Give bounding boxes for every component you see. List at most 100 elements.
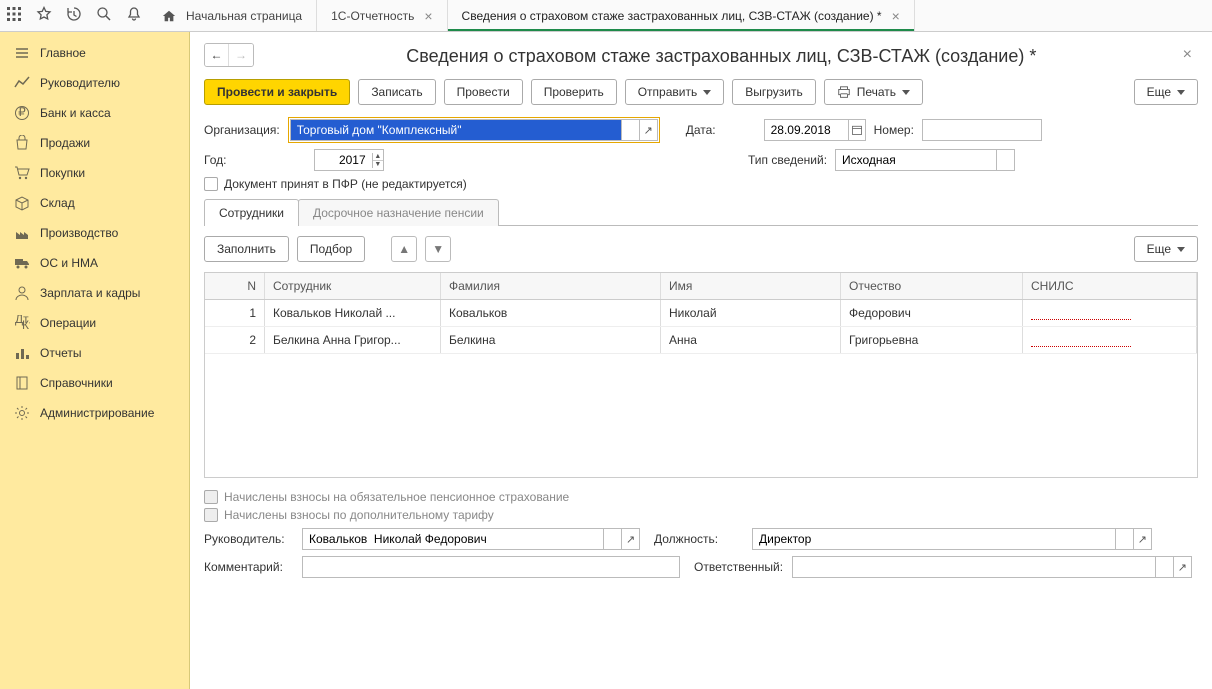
- type-field[interactable]: [835, 149, 1015, 171]
- post-button[interactable]: Провести: [444, 79, 523, 105]
- th-surname[interactable]: Фамилия: [441, 273, 661, 299]
- close-icon[interactable]: ×: [424, 8, 432, 24]
- year-input[interactable]: [315, 150, 372, 170]
- search-icon[interactable]: [96, 6, 112, 25]
- th-n[interactable]: N: [205, 273, 265, 299]
- th-snils[interactable]: СНИЛС: [1023, 273, 1197, 299]
- select-button[interactable]: Подбор: [297, 236, 365, 262]
- upload-button[interactable]: Выгрузить: [732, 79, 816, 105]
- th-name[interactable]: Имя: [661, 273, 841, 299]
- sidebar-item-main[interactable]: Главное: [0, 38, 189, 68]
- tab-reporting[interactable]: 1С-Отчетность ×: [317, 0, 447, 31]
- type-dropdown-button[interactable]: [996, 150, 1014, 170]
- pfr-checkbox[interactable]: [204, 177, 218, 191]
- type-input[interactable]: [836, 150, 996, 170]
- sidebar-item-bank[interactable]: ₽Банк и касса: [0, 98, 189, 128]
- print-button[interactable]: Печать: [824, 79, 923, 105]
- responsible-field[interactable]: ↗: [792, 556, 1192, 578]
- sidebar-item-purchases[interactable]: Покупки: [0, 158, 189, 188]
- th-employee[interactable]: Сотрудник: [265, 273, 441, 299]
- dropdown-button[interactable]: [621, 120, 639, 140]
- fill-button[interactable]: Заполнить: [204, 236, 289, 262]
- check-button[interactable]: Проверить: [531, 79, 617, 105]
- caret-down-icon: [1177, 90, 1185, 95]
- close-icon[interactable]: ×: [892, 8, 900, 24]
- nav-label: Продажи: [40, 136, 90, 150]
- sidebar-item-reports[interactable]: Отчеты: [0, 338, 189, 368]
- th-patronymic[interactable]: Отчество: [841, 273, 1023, 299]
- comment-label: Комментарий:: [204, 560, 294, 574]
- more-button[interactable]: Еще: [1134, 79, 1198, 105]
- org-input[interactable]: [291, 120, 621, 140]
- number-field[interactable]: [922, 119, 1042, 141]
- subtab-pension[interactable]: Досрочное назначение пенсии: [298, 199, 499, 226]
- nav-label: Руководителю: [40, 76, 120, 90]
- responsible-input[interactable]: [793, 557, 1155, 577]
- truck-icon: [14, 255, 30, 271]
- head-input[interactable]: [303, 529, 603, 549]
- nav-label: Производство: [40, 226, 118, 240]
- comment-field[interactable]: [302, 556, 680, 578]
- year-field[interactable]: ▲▼: [314, 149, 384, 171]
- head-field[interactable]: ↗: [302, 528, 640, 550]
- sidebar-item-production[interactable]: Производство: [0, 218, 189, 248]
- sidebar-item-assets[interactable]: ОС и НМА: [0, 248, 189, 278]
- move-down-button[interactable]: ▼: [425, 236, 451, 262]
- comment-input[interactable]: [303, 557, 679, 577]
- home-icon: [162, 9, 176, 23]
- snils-empty-underline: [1031, 306, 1131, 320]
- box-icon: [14, 195, 30, 211]
- year-down-button[interactable]: ▼: [373, 161, 383, 168]
- sidebar-item-sales[interactable]: Продажи: [0, 128, 189, 158]
- table-row[interactable]: 2 Белкина Анна Григор... Белкина Анна Гр…: [205, 327, 1197, 354]
- sidebar-item-operations[interactable]: ДтКтОперации: [0, 308, 189, 338]
- tab-home[interactable]: Начальная страница: [148, 0, 317, 31]
- dropdown-button[interactable]: [603, 529, 621, 549]
- dropdown-button[interactable]: [1115, 529, 1133, 549]
- open-button[interactable]: ↗: [621, 529, 639, 549]
- position-input[interactable]: [753, 529, 1115, 549]
- back-button[interactable]: ←: [205, 44, 229, 66]
- open-button[interactable]: ↗: [1133, 529, 1151, 549]
- org-field[interactable]: ↗: [290, 119, 658, 141]
- bell-icon[interactable]: [126, 6, 142, 25]
- nav-label: Главное: [40, 46, 86, 60]
- open-button[interactable]: ↗: [1173, 557, 1191, 577]
- post-close-button[interactable]: Провести и закрыть: [204, 79, 350, 105]
- position-field[interactable]: ↗: [752, 528, 1152, 550]
- subtab-employees[interactable]: Сотрудники: [204, 199, 299, 226]
- apps-icon[interactable]: [6, 6, 22, 25]
- date-input[interactable]: [765, 120, 849, 140]
- dropdown-button[interactable]: [1155, 557, 1173, 577]
- sidebar-item-warehouse[interactable]: Склад: [0, 188, 189, 218]
- sidebar-item-hr[interactable]: Зарплата и кадры: [0, 278, 189, 308]
- date-field[interactable]: [764, 119, 866, 141]
- nav-label: Операции: [40, 316, 96, 330]
- number-label: Номер:: [874, 123, 914, 137]
- sidebar-item-manager[interactable]: Руководителю: [0, 68, 189, 98]
- sidebar-item-admin[interactable]: Администрирование: [0, 398, 189, 428]
- write-button[interactable]: Записать: [358, 79, 435, 105]
- star-icon[interactable]: [36, 6, 52, 25]
- year-up-button[interactable]: ▲: [373, 153, 383, 161]
- table-row[interactable]: 1 Ковальков Николай ... Ковальков Никола…: [205, 300, 1197, 327]
- sidebar-item-catalogs[interactable]: Справочники: [0, 368, 189, 398]
- nav-label: Администрирование: [40, 406, 154, 420]
- history-icon[interactable]: [66, 6, 82, 25]
- year-label: Год:: [204, 153, 284, 167]
- open-button[interactable]: ↗: [639, 120, 657, 140]
- nav-label: Покупки: [40, 166, 85, 180]
- move-up-button[interactable]: ▲: [391, 236, 417, 262]
- calendar-button[interactable]: [848, 120, 864, 140]
- pension-contrib-checkbox: [204, 490, 218, 504]
- sub-more-button[interactable]: Еще: [1134, 236, 1198, 262]
- ruble-icon: ₽: [14, 105, 30, 121]
- forward-button[interactable]: →: [229, 44, 253, 66]
- close-button[interactable]: ×: [1177, 44, 1198, 66]
- svg-text:₽: ₽: [18, 105, 26, 119]
- tab-current[interactable]: Сведения о страховом стаже застрахованны…: [448, 0, 915, 31]
- send-button[interactable]: Отправить: [625, 79, 725, 105]
- type-label: Тип сведений:: [748, 153, 827, 167]
- date-label: Дата:: [686, 123, 716, 137]
- number-input[interactable]: [923, 120, 1041, 140]
